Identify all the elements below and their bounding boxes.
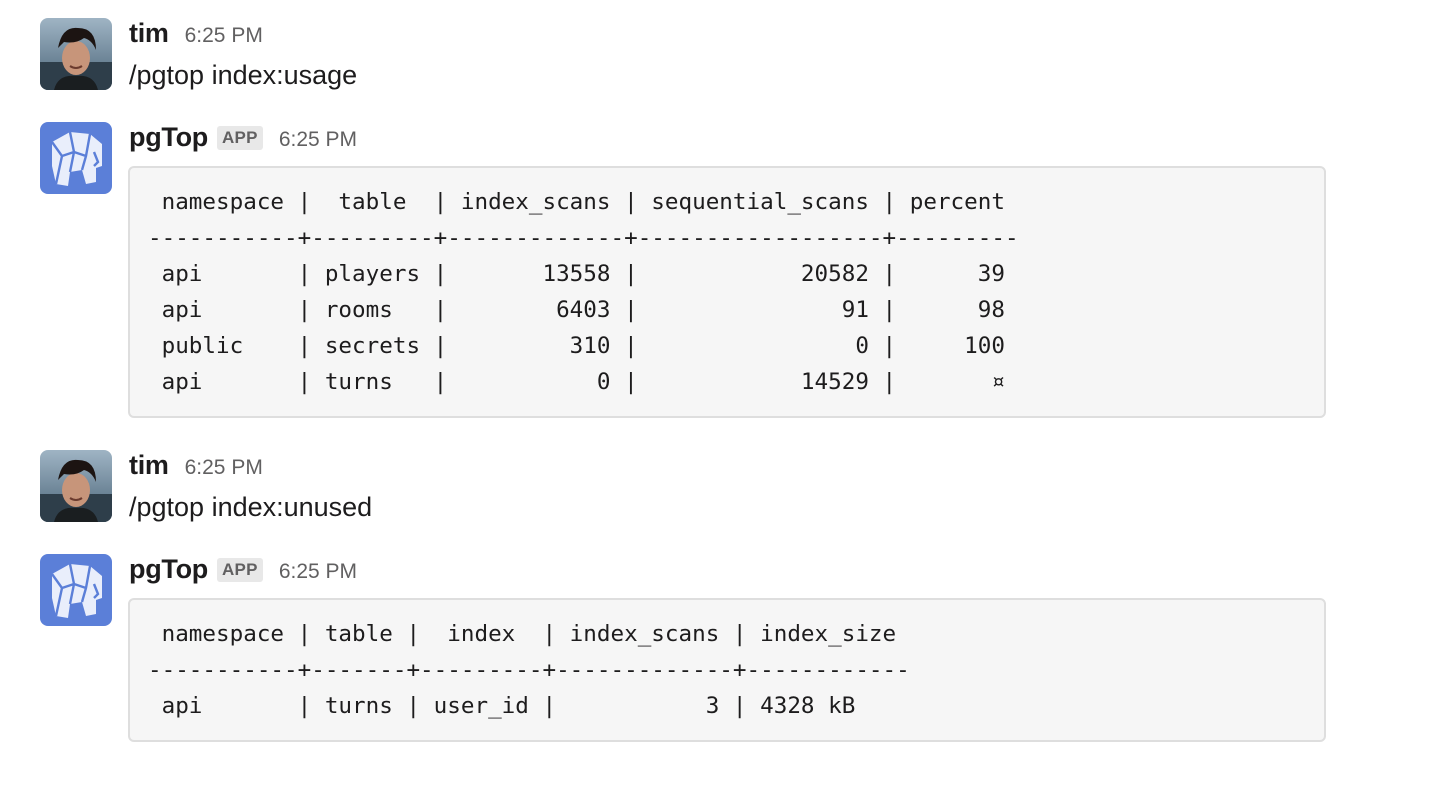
query-result-table: namespace | table | index | index_scans …	[148, 621, 910, 719]
app-avatar[interactable]	[40, 554, 112, 626]
sender-name[interactable]: pgTop	[129, 554, 208, 585]
user-avatar[interactable]	[40, 450, 112, 522]
user-avatar[interactable]	[40, 18, 112, 90]
message-text: /pgtop index:usage	[129, 60, 358, 90]
app-avatar[interactable]	[40, 122, 112, 194]
message-pgtop-2: pgTop APP 6:25 PM namespace | table | in…	[0, 554, 1454, 744]
message-tim-2: tim 6:25 PM /pgtop index:unused	[0, 450, 1454, 540]
sender-name[interactable]: tim	[129, 450, 169, 481]
message-text: /pgtop index:unused	[129, 492, 373, 522]
message-header: pgTop APP 6:25 PM	[129, 554, 357, 586]
user-photo-avatar	[40, 450, 112, 522]
app-badge: APP	[216, 126, 263, 150]
elephant-logo-icon	[40, 122, 112, 194]
message-timestamp[interactable]: 6:25 PM	[279, 560, 357, 584]
message-timestamp[interactable]: 6:25 PM	[185, 456, 263, 480]
message-header: pgTop APP 6:25 PM	[129, 122, 357, 154]
message-pgtop-1: pgTop APP 6:25 PM namespace | table | in…	[0, 122, 1454, 422]
query-result-table: namespace | table | index_scans | sequen…	[148, 189, 1019, 395]
message-header: tim 6:25 PM	[129, 450, 263, 482]
sender-name[interactable]: pgTop	[129, 122, 208, 153]
code-block: namespace | table | index | index_scans …	[128, 598, 1326, 742]
message-timestamp[interactable]: 6:25 PM	[279, 128, 357, 152]
app-badge: APP	[216, 558, 263, 582]
user-photo-avatar	[40, 18, 112, 90]
message-tim-1: tim 6:25 PM /pgtop index:usage	[0, 18, 1454, 108]
sender-name[interactable]: tim	[129, 18, 169, 49]
message-header: tim 6:25 PM	[129, 18, 263, 50]
code-block: namespace | table | index_scans | sequen…	[128, 166, 1326, 418]
message-timestamp[interactable]: 6:25 PM	[185, 24, 263, 48]
elephant-logo-icon	[40, 554, 112, 626]
